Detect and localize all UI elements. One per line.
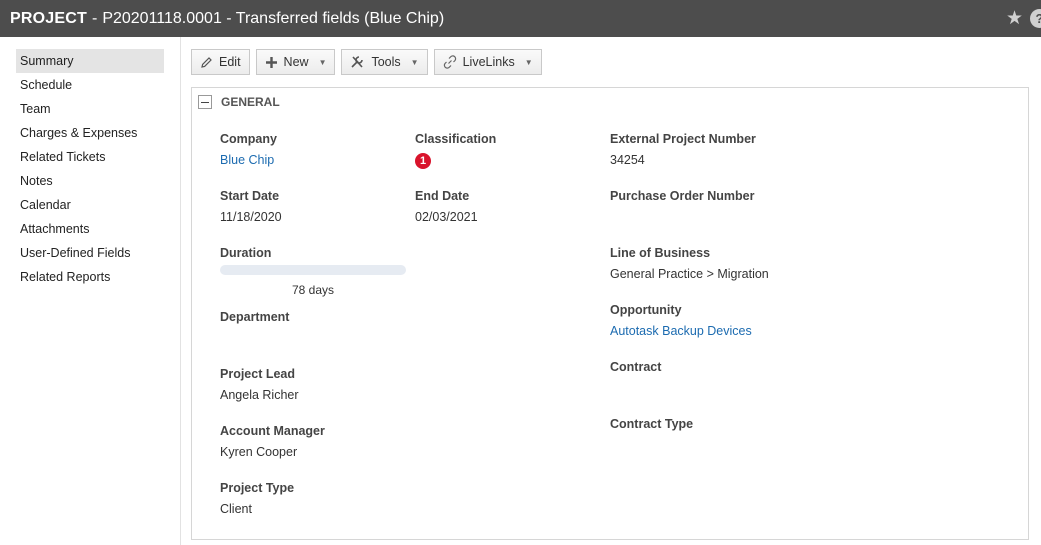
general-section: GENERAL Company Blue Chip Start Date 11/… — [191, 87, 1029, 540]
field-purchase-order-number: Purchase Order Number — [610, 189, 870, 226]
new-label: New — [283, 55, 309, 69]
tools-button[interactable]: Tools ▼ — [341, 49, 428, 75]
start-date-value: 11/18/2020 — [220, 210, 282, 224]
company-label: Company — [220, 132, 277, 146]
project-type-value: Client — [220, 502, 252, 516]
sidebar-item-related-reports[interactable]: Related Reports — [16, 265, 164, 289]
field-opportunity: Opportunity Autotask Backup Devices — [610, 303, 870, 340]
sidebar-item-attachments[interactable]: Attachments — [16, 217, 164, 241]
department-value — [220, 331, 405, 347]
field-classification: Classification 1 — [415, 132, 600, 169]
new-button[interactable]: New ▼ — [255, 49, 336, 75]
field-account-manager: Account Manager Kyren Cooper — [220, 424, 405, 461]
tools-label: Tools — [371, 55, 401, 69]
livelinks-button[interactable]: LiveLinks ▼ — [433, 49, 542, 75]
wrench-icon — [350, 55, 365, 69]
plus-icon — [265, 56, 278, 69]
end-date-value: 02/03/2021 — [415, 210, 478, 224]
link-icon — [443, 55, 457, 69]
field-project-type: Project Type Client — [220, 481, 405, 518]
chevron-down-icon: ▼ — [524, 57, 533, 67]
window-titlebar: PROJECT - P20201118.0001 - Transferred f… — [0, 0, 1041, 37]
account-manager-label: Account Manager — [220, 424, 325, 438]
company-link[interactable]: Blue Chip — [220, 153, 405, 169]
field-line-of-business: Line of Business General Practice > Migr… — [610, 246, 870, 283]
opportunity-link[interactable]: Autotask Backup Devices — [610, 324, 870, 340]
record-type: PROJECT — [10, 9, 87, 27]
end-date-label: End Date — [415, 189, 470, 203]
line-of-business-label: Line of Business — [610, 246, 711, 260]
external-project-number-value: 34254 — [610, 153, 645, 167]
classification-badge: 1 — [415, 153, 431, 169]
opportunity-label: Opportunity — [610, 303, 682, 317]
line-of-business-value: General Practice > Migration — [610, 267, 769, 281]
contract-type-value — [610, 438, 870, 454]
purchase-order-number-label: Purchase Order Number — [610, 189, 755, 203]
sidebar-item-charges-expenses[interactable]: Charges & Expenses — [16, 121, 164, 145]
livelinks-label: LiveLinks — [462, 55, 515, 69]
start-date-label: Start Date — [220, 189, 280, 203]
title-separator: - — [91, 9, 98, 27]
project-lead-label: Project Lead — [220, 367, 296, 381]
sidebar-item-team[interactable]: Team — [16, 97, 164, 121]
section-title: GENERAL — [221, 95, 280, 109]
external-project-number-label: External Project Number — [610, 132, 756, 146]
contract-value — [610, 381, 870, 397]
project-lead-value: Angela Richer — [220, 388, 299, 402]
sidebar-item-calendar[interactable]: Calendar — [16, 193, 164, 217]
help-icon[interactable]: ? — [1030, 9, 1041, 28]
purchase-order-number-value — [610, 210, 870, 226]
sidebar-nav: Summary Schedule Team Charges & Expenses… — [16, 49, 164, 289]
field-duration: Duration — [220, 246, 405, 262]
field-end-date: End Date 02/03/2021 — [415, 189, 600, 226]
field-contract: Contract — [610, 360, 870, 397]
sidebar-item-schedule[interactable]: Schedule — [16, 73, 164, 97]
chevron-down-icon: ▼ — [318, 57, 327, 67]
project-type-label: Project Type — [220, 481, 295, 495]
pencil-icon — [200, 56, 213, 69]
field-contract-type: Contract Type — [610, 417, 870, 454]
section-header: GENERAL — [198, 95, 280, 109]
sidebar-divider — [180, 37, 181, 545]
edit-button[interactable]: Edit — [191, 49, 250, 75]
toolbar: Edit New ▼ Tools ▼ LiveLinks ▼ — [191, 49, 542, 75]
contract-label: Contract — [610, 360, 662, 374]
field-department: Department — [220, 310, 405, 347]
contract-type-label: Contract Type — [610, 417, 694, 431]
department-label: Department — [220, 310, 290, 324]
edit-label: Edit — [219, 55, 241, 69]
page-title: P20201118.0001 - Transferred fields (Blu… — [102, 9, 445, 27]
collapse-icon[interactable] — [198, 95, 212, 109]
star-icon[interactable]: ★ — [1006, 9, 1023, 28]
account-manager-value: Kyren Cooper — [220, 445, 298, 459]
duration-value: 78 days — [291, 283, 335, 297]
sidebar-item-related-tickets[interactable]: Related Tickets — [16, 145, 164, 169]
sidebar-item-notes[interactable]: Notes — [16, 169, 164, 193]
classification-label: Classification — [415, 132, 497, 146]
field-start-date: Start Date 11/18/2020 — [220, 189, 405, 226]
field-company: Company Blue Chip — [220, 132, 405, 169]
duration-progress-bar — [220, 265, 406, 275]
duration-label: Duration — [220, 246, 272, 260]
field-project-lead: Project Lead Angela Richer — [220, 367, 405, 404]
field-external-project-number: External Project Number 34254 — [610, 132, 870, 169]
chevron-down-icon: ▼ — [410, 57, 419, 67]
sidebar-item-summary[interactable]: Summary — [16, 49, 164, 73]
sidebar-item-user-defined-fields[interactable]: User-Defined Fields — [16, 241, 164, 265]
